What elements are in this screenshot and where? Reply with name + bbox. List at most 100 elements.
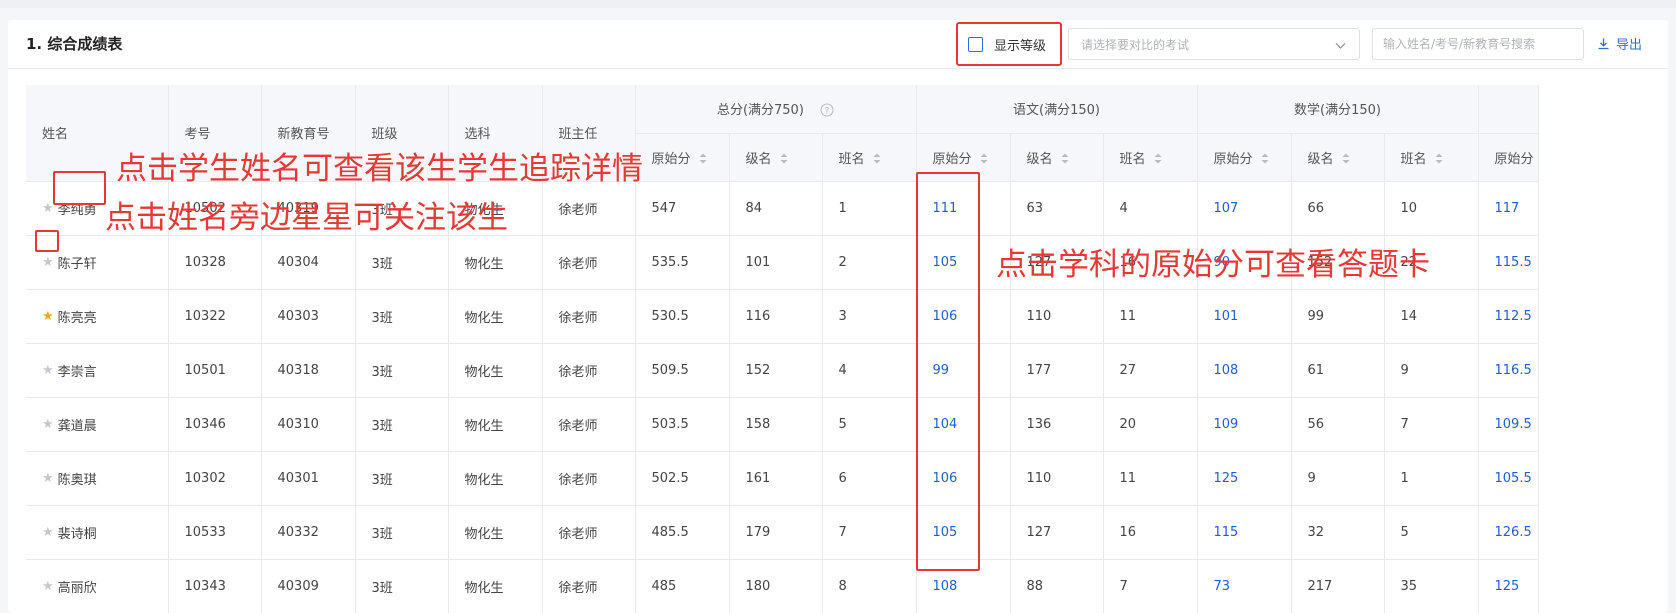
subcol-math-raw[interactable]: 原始分: [1197, 133, 1292, 182]
subjects-cell: 物化生: [448, 289, 543, 344]
star-icon[interactable]: ★: [42, 417, 54, 432]
edu-no-cell: 40310: [261, 397, 356, 452]
sort-icon[interactable]: [873, 153, 881, 164]
next-raw-score-link[interactable]: 105.5: [1478, 451, 1539, 506]
export-button[interactable]: 导出: [1597, 34, 1642, 53]
header-divider: [8, 68, 1668, 69]
math-grade-rank-cell: 32: [1291, 505, 1385, 560]
math-class-rank-cell: 22: [1384, 235, 1479, 290]
subcol-chinese-grade-rank[interactable]: 级名: [1010, 133, 1104, 182]
subcol-chinese-class-rank[interactable]: 班名: [1103, 133, 1198, 182]
class-cell: 3班: [355, 181, 449, 236]
math-raw-score-link[interactable]: 125: [1197, 451, 1292, 506]
student-name-link[interactable]: 李崇言: [58, 365, 97, 380]
star-icon[interactable]: ★: [42, 309, 54, 324]
next-raw-score-link[interactable]: 109.5: [1478, 397, 1539, 452]
exam-no-cell: 10501: [168, 343, 262, 398]
subjects-cell: 物化生: [448, 559, 543, 613]
student-name-link[interactable]: 李纯勇: [58, 203, 97, 218]
subcol-chinese-raw[interactable]: 原始分: [916, 133, 1011, 182]
chinese-class-rank-cell: 11: [1103, 451, 1198, 506]
sort-icon[interactable]: [780, 153, 788, 164]
teacher-cell: 徐老师: [542, 505, 636, 560]
next-raw-score-link[interactable]: 125: [1478, 559, 1539, 613]
next-raw-score-link[interactable]: 112.5: [1478, 289, 1539, 344]
student-name-link[interactable]: 裴诗桐: [58, 527, 97, 542]
math-class-rank-cell: 14: [1384, 289, 1479, 344]
sort-icon[interactable]: [1154, 153, 1162, 164]
group-header-next: [1478, 85, 1539, 134]
svg-text:?: ?: [825, 106, 830, 116]
chinese-raw-score-link[interactable]: 104: [916, 397, 1011, 452]
math-raw-score-link[interactable]: 101: [1197, 289, 1292, 344]
math-raw-score-link[interactable]: 73: [1197, 559, 1292, 613]
chinese-class-rank-cell: 16: [1103, 505, 1198, 560]
total-class-rank-cell: 5: [822, 397, 917, 452]
star-icon[interactable]: ★: [42, 201, 54, 216]
chinese-raw-score-link[interactable]: 111: [916, 181, 1011, 236]
math-grade-rank-cell: 99: [1291, 289, 1385, 344]
next-raw-score-link[interactable]: 115.5: [1478, 235, 1539, 290]
edu-no-cell: 40303: [261, 289, 356, 344]
subcol-total-raw[interactable]: 原始分: [635, 133, 730, 182]
star-icon[interactable]: ★: [42, 363, 54, 378]
class-cell: 3班: [355, 235, 449, 290]
subjects-cell: 物化生: [448, 505, 543, 560]
exam-no-cell: 10322: [168, 289, 262, 344]
chinese-raw-score-link[interactable]: 105: [916, 505, 1011, 560]
chinese-grade-rank-cell: 127: [1010, 235, 1104, 290]
help-icon[interactable]: ?: [820, 103, 834, 117]
next-raw-score-link[interactable]: 126.5: [1478, 505, 1539, 560]
total-class-rank-cell: 8: [822, 559, 917, 613]
math-class-rank-cell: 35: [1384, 559, 1479, 613]
student-name-link[interactable]: 高丽欣: [58, 581, 97, 596]
show-grade-checkbox[interactable]: [968, 36, 983, 52]
next-raw-score-link[interactable]: 116.5: [1478, 343, 1539, 398]
total-raw-cell: 485: [635, 559, 730, 613]
show-grade-toggle[interactable]: 显示等级: [956, 22, 1062, 66]
subcol-total-grade-rank[interactable]: 级名: [729, 133, 823, 182]
chinese-raw-score-link[interactable]: 106: [916, 451, 1011, 506]
math-class-rank-cell: 1: [1384, 451, 1479, 506]
math-grade-rank-cell: 61: [1291, 343, 1385, 398]
chinese-raw-score-link[interactable]: 108: [916, 559, 1011, 613]
next-raw-score-link[interactable]: 117: [1478, 181, 1539, 236]
subcol-total-class-rank[interactable]: 班名: [822, 133, 917, 182]
compare-exam-select[interactable]: 请选择要对比的考试: [1068, 28, 1360, 60]
score-table-wrapper[interactable]: 姓名 考号 新教育号 班级 选科 班主任 总分(满分750) ? 语文(满分15…: [26, 85, 1668, 613]
star-icon[interactable]: ★: [42, 471, 54, 486]
star-icon[interactable]: ★: [42, 255, 54, 270]
table-row: ★ 李崇言 10501 40318 3班 物化生 徐老师 509.5 152 4 99 177 27 10…: [26, 343, 1539, 398]
math-raw-score-link[interactable]: 108: [1197, 343, 1292, 398]
chinese-class-rank-cell: 7: [1103, 559, 1198, 613]
sort-icon[interactable]: [699, 153, 707, 164]
subcol-math-class-rank[interactable]: 班名: [1384, 133, 1479, 182]
total-grade-rank-cell: 161: [729, 451, 823, 506]
download-icon: [1598, 38, 1609, 50]
subcol-next-raw[interactable]: 原始分: [1478, 133, 1539, 182]
student-name-link[interactable]: 陈奥琪: [58, 473, 97, 488]
sort-icon[interactable]: [1342, 153, 1350, 164]
chinese-raw-score-link[interactable]: 105: [916, 235, 1011, 290]
math-raw-score-link[interactable]: 107: [1197, 181, 1292, 236]
sort-icon[interactable]: [1435, 153, 1443, 164]
subcol-math-grade-rank[interactable]: 级名: [1291, 133, 1385, 182]
sort-icon[interactable]: [1261, 153, 1269, 164]
student-search-input[interactable]: [1372, 28, 1584, 60]
star-icon[interactable]: ★: [42, 579, 54, 594]
total-class-rank-cell: 6: [822, 451, 917, 506]
chinese-raw-score-link[interactable]: 106: [916, 289, 1011, 344]
chinese-raw-score-link[interactable]: 99: [916, 343, 1011, 398]
math-raw-score-link[interactable]: 90: [1197, 235, 1292, 290]
total-raw-cell: 502.5: [635, 451, 730, 506]
sort-icon[interactable]: [1061, 153, 1069, 164]
sort-icon[interactable]: [980, 153, 988, 164]
student-name-link[interactable]: 龚道晨: [58, 419, 97, 434]
student-name-link[interactable]: 陈子轩: [58, 257, 97, 272]
table-row: ★ 龚道晨 10346 40310 3班 物化生 徐老师 503.5 158 5 104 136 20 1…: [26, 397, 1539, 452]
math-raw-score-link[interactable]: 115: [1197, 505, 1292, 560]
math-raw-score-link[interactable]: 109: [1197, 397, 1292, 452]
compare-exam-placeholder: 请选择要对比的考试: [1081, 37, 1190, 52]
student-name-link[interactable]: 陈亮亮: [58, 311, 97, 326]
star-icon[interactable]: ★: [42, 525, 54, 540]
